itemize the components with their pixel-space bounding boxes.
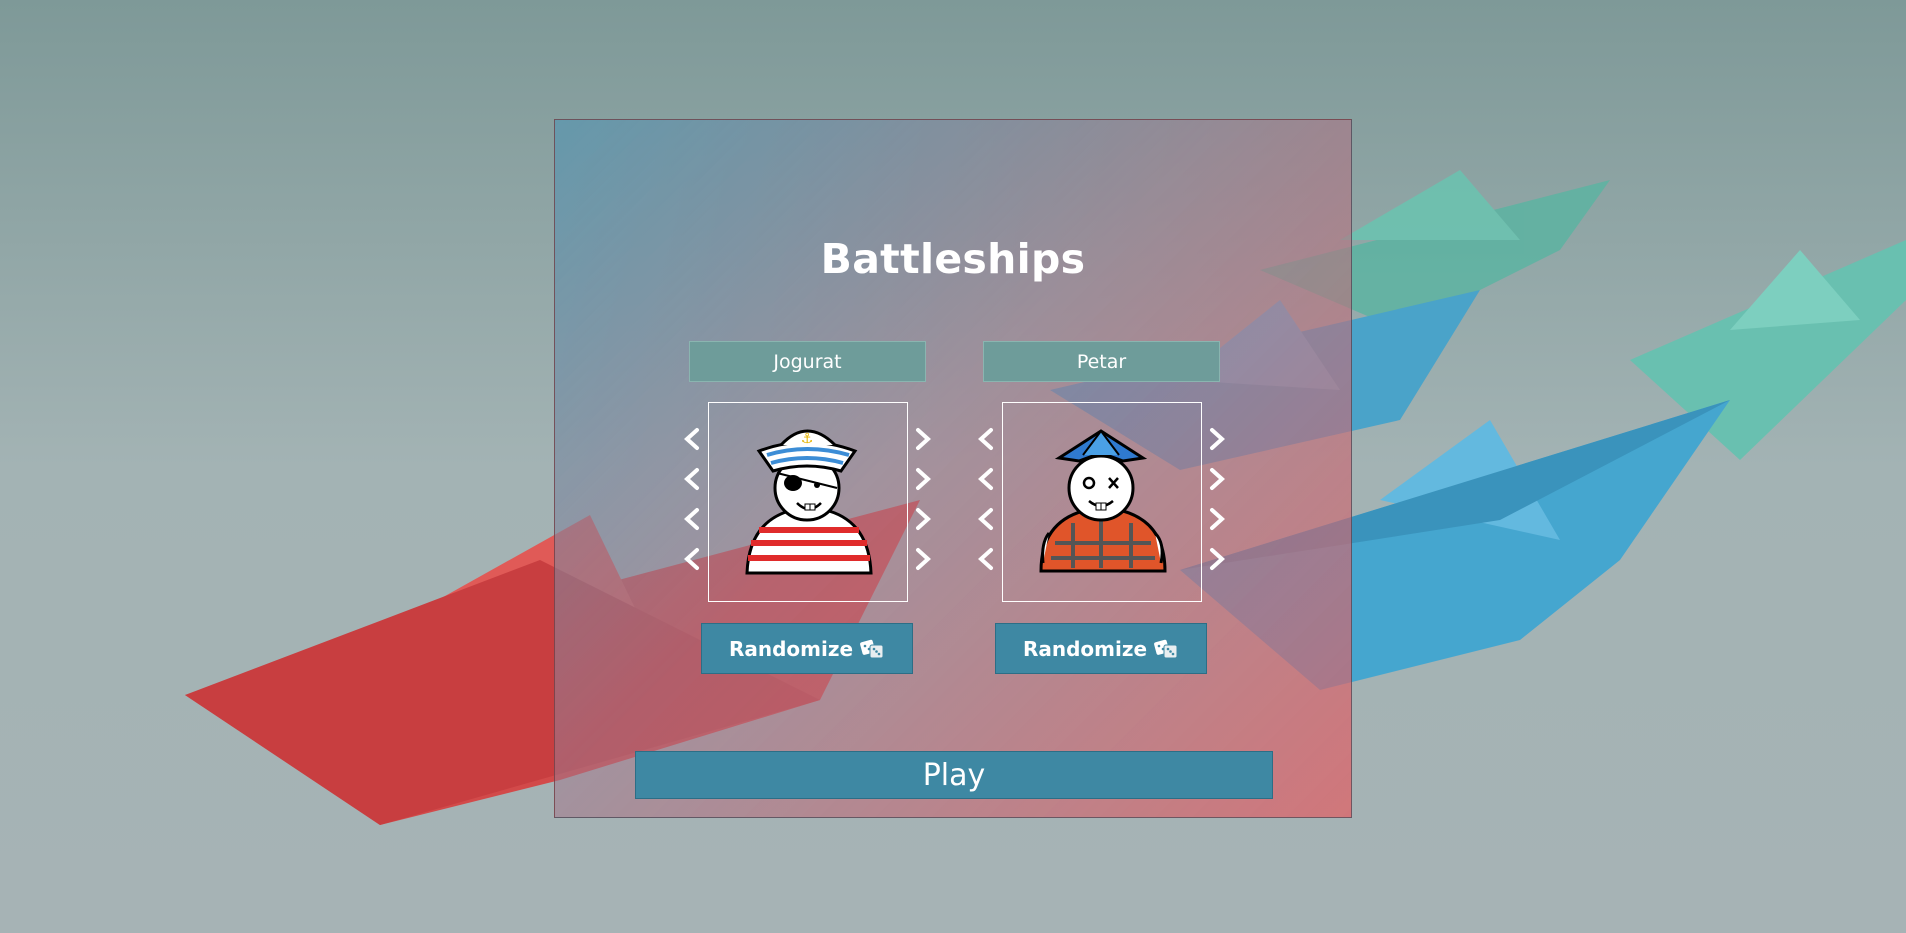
chevron-right-icon xyxy=(916,548,931,570)
player2-prev-body[interactable] xyxy=(974,546,998,572)
player2-next-mouth[interactable] xyxy=(1205,506,1229,532)
player1-next-mouth[interactable] xyxy=(911,506,935,532)
main-menu-panel: Battleships ⚓ xyxy=(554,119,1352,818)
randomize-label: Randomize xyxy=(1022,636,1148,661)
player2-next-face[interactable] xyxy=(1205,466,1229,492)
player1-avatar: ⚓ xyxy=(708,402,908,602)
chevron-left-icon xyxy=(978,508,993,530)
chevron-right-icon xyxy=(1210,428,1225,450)
chevron-right-icon xyxy=(916,468,931,490)
dice-icon xyxy=(1154,639,1178,658)
chevron-right-icon xyxy=(1210,508,1225,530)
player2-prev-hat[interactable] xyxy=(974,426,998,452)
sailor-avatar-image: ⚓ xyxy=(745,429,873,575)
player1-prev-hat[interactable] xyxy=(680,426,704,452)
player1-prev-face[interactable] xyxy=(680,466,704,492)
player1-next-hat[interactable] xyxy=(911,426,935,452)
chevron-left-icon xyxy=(684,508,699,530)
player1-next-body[interactable] xyxy=(911,546,935,572)
chevron-left-icon xyxy=(684,548,699,570)
chevron-right-icon xyxy=(1210,548,1225,570)
player1-name-input[interactable] xyxy=(689,341,926,382)
chevron-left-icon xyxy=(684,428,699,450)
dice-icon xyxy=(860,639,884,658)
pirate-avatar-image xyxy=(1039,429,1167,573)
player2-next-body[interactable] xyxy=(1205,546,1229,572)
player2-randomize-button[interactable]: Randomize xyxy=(995,623,1207,674)
player2-name-input[interactable] xyxy=(983,341,1220,382)
chevron-right-icon xyxy=(916,508,931,530)
player1-randomize-button[interactable]: Randomize xyxy=(701,623,913,674)
player2-prev-face[interactable] xyxy=(974,466,998,492)
player2-avatar xyxy=(1002,402,1202,602)
game-title: Battleships xyxy=(820,235,1086,283)
player1-next-face[interactable] xyxy=(911,466,935,492)
chevron-right-icon xyxy=(916,428,931,450)
chevron-left-icon xyxy=(978,468,993,490)
chevron-left-icon xyxy=(978,428,993,450)
svg-text:⚓: ⚓ xyxy=(801,431,814,447)
randomize-label: Randomize xyxy=(728,636,854,661)
chevron-left-icon xyxy=(978,548,993,570)
player1-prev-body[interactable] xyxy=(680,546,704,572)
chevron-right-icon xyxy=(1210,468,1225,490)
player2-next-hat[interactable] xyxy=(1205,426,1229,452)
chevron-left-icon xyxy=(684,468,699,490)
player1-prev-mouth[interactable] xyxy=(680,506,704,532)
play-button[interactable]: Play xyxy=(635,751,1273,799)
player2-prev-mouth[interactable] xyxy=(974,506,998,532)
